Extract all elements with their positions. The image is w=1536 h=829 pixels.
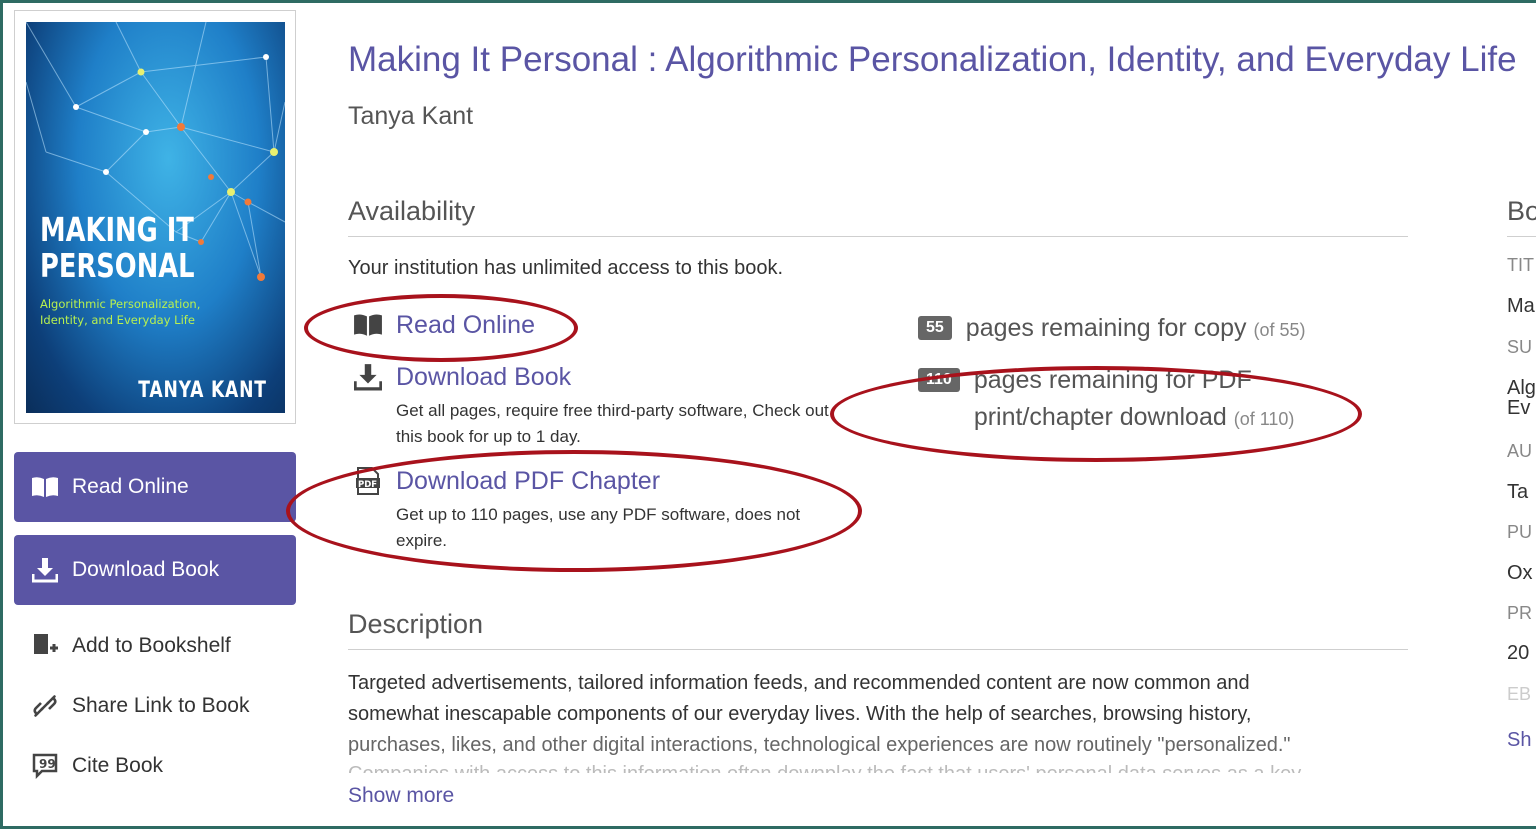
description-line: Targeted advertisements, tailored inform… (348, 672, 1250, 694)
detail-title-label: TIT (1507, 255, 1534, 275)
cover-subtitle: Algorithmic Personalization, Identity, a… (40, 297, 201, 327)
book-author: Tanya Kant (348, 102, 474, 130)
download-pdf-option: PDF Download PDF Chapter Get up to 110 p… (352, 466, 836, 554)
read-online-option: Read Online (352, 310, 535, 340)
pdf-quota: 110 pages remaining for PDF print/chapte… (918, 362, 1294, 438)
pdf-quota-total: (of 110) (1233, 409, 1295, 429)
add-to-bookshelf-label: Add to Bookshelf (72, 634, 231, 657)
detail-subtitle-label: SU (1507, 337, 1533, 357)
add-to-bookshelf-link[interactable]: Add to Bookshelf (30, 626, 231, 666)
link-icon (30, 692, 60, 720)
description-line: purchases, likes, and other digital inte… (348, 734, 1291, 756)
read-online-button[interactable]: Read Online (14, 452, 296, 522)
bookshelf-add-icon (30, 632, 60, 660)
book-open-icon (352, 310, 384, 340)
cover-author: TANYA KANT (138, 378, 267, 403)
detail-subtitle-value: Alg (1507, 377, 1536, 399)
availability-heading: Availability (348, 196, 476, 226)
download-book-description: Get all pages, require free third-party … (396, 401, 829, 446)
cover-title: MAKING IT PERSONAL (40, 210, 195, 285)
pdf-quota-text-line2: print/chapter download (973, 403, 1227, 431)
detail-publisher-value: Ox (1507, 562, 1533, 584)
download-book-label: Download Book (72, 558, 220, 581)
detail-subtitle-value-2: Ev (1507, 397, 1531, 419)
detail-publisher-label: PU (1507, 522, 1533, 542)
description-line: somewhat inescapable components of our e… (348, 703, 1252, 725)
copy-quota-text: pages remaining for copy (965, 314, 1247, 342)
detail-author-label: AU (1507, 441, 1533, 461)
pdf-quota-text-line1: pages remaining for PDF (973, 366, 1252, 394)
detail-title-value: Ma (1507, 295, 1535, 317)
read-online-label: Read Online (72, 475, 189, 498)
download-book-link[interactable]: Download Book (396, 363, 571, 392)
pdf-file-icon: PDF (352, 466, 384, 496)
detail-show-link[interactable]: Sh (1507, 729, 1531, 752)
download-pdf-chapter-link[interactable]: Download PDF Chapter (396, 467, 660, 496)
copy-quota-total: (of 55) (1253, 320, 1306, 340)
detail-published-value: 20 (1507, 642, 1530, 664)
description-divider (348, 649, 1408, 650)
download-book-button[interactable]: Download Book (14, 535, 296, 605)
svg-text:PDF: PDF (358, 480, 377, 490)
read-online-link[interactable]: Read Online (396, 311, 535, 340)
pdf-count-badge: 110 (918, 368, 960, 392)
copy-quota: 55 pages remaining for copy (of 55) (918, 310, 1306, 349)
description-text: Targeted advertisements, tailored inform… (348, 668, 1358, 773)
share-link-to-book[interactable]: Share Link to Book (30, 686, 249, 726)
detail-ebook-label: EB (1507, 684, 1532, 704)
quote-bubble-icon: 99 (30, 752, 60, 780)
download-icon (352, 362, 384, 392)
download-book-option: Download Book Get all pages, require fre… (352, 362, 836, 450)
download-icon (30, 557, 60, 583)
availability-note: Your institution has unlimited access to… (348, 257, 784, 279)
availability-divider (348, 236, 1408, 237)
page-title: Making It Personal : Algorithmic Persona… (348, 40, 1517, 79)
copy-count-badge: 55 (918, 316, 952, 340)
download-pdf-description: Get up to 110 pages, use any PDF softwar… (396, 505, 801, 550)
description-line-faded: Companies with access to this informatio… (348, 761, 1358, 773)
book-details-panel: Bo TIT Ma SU Alg Ev AU Ta PU Ox PR 20 EB… (1507, 0, 1536, 829)
book-details-divider (1507, 236, 1536, 237)
book-cover-image: MAKING IT PERSONAL Algorithmic Personali… (26, 22, 285, 413)
book-details-heading: Bo (1507, 196, 1536, 226)
detail-published-label: PR (1507, 603, 1533, 623)
description-heading: Description (348, 609, 484, 639)
cite-book-link[interactable]: 99 Cite Book (30, 746, 163, 786)
share-link-label: Share Link to Book (72, 694, 250, 717)
cite-book-label: Cite Book (72, 754, 164, 777)
book-open-icon (30, 474, 60, 500)
book-cover-box: MAKING IT PERSONAL Algorithmic Personali… (14, 10, 296, 424)
detail-author-value: Ta (1507, 481, 1529, 503)
show-more-link[interactable]: Show more (348, 784, 454, 808)
svg-text:99: 99 (39, 757, 56, 771)
